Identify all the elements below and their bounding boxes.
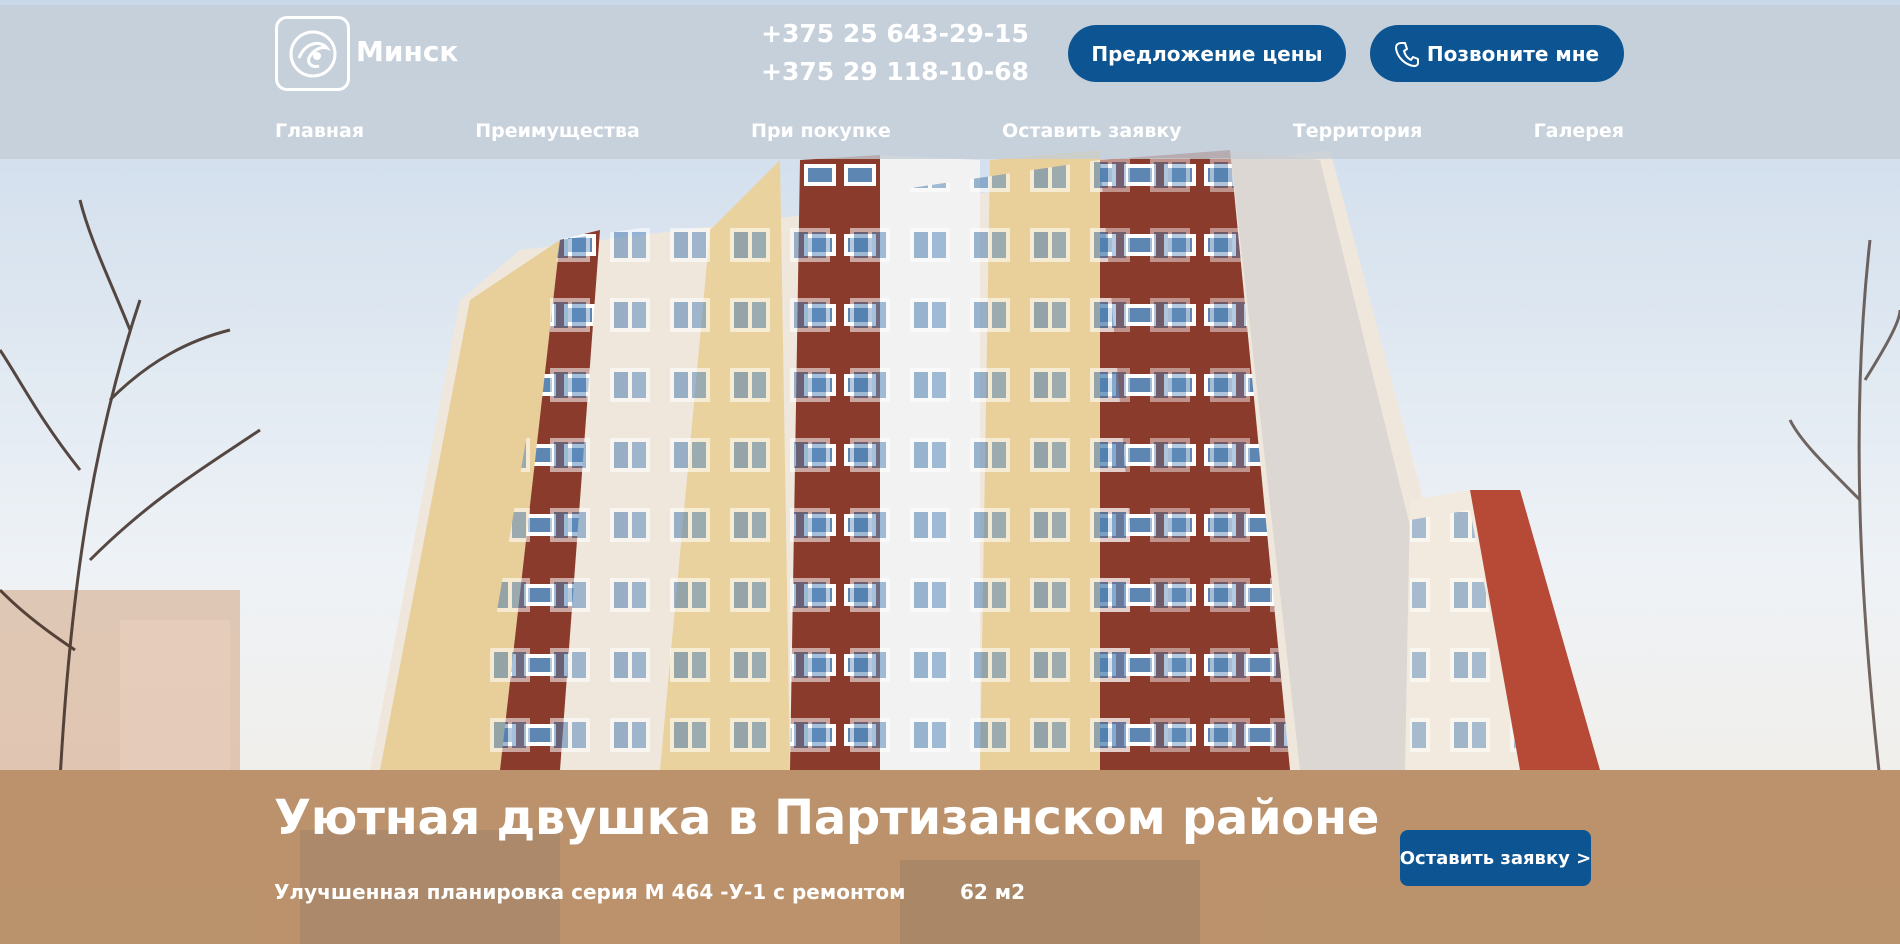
leave-request-label: Оставить заявку > — [1399, 847, 1592, 869]
landing-page: Минск +375 25 643-29-15 +375 29 118-10-6… — [0, 0, 1900, 944]
phone-number-1[interactable]: +375 25 643-29-15 — [760, 15, 1030, 53]
phone-icon — [1394, 41, 1419, 67]
hero-subtitle: Улучшенная планировка серия М 464 -У-1 с… — [274, 880, 906, 904]
price-offer-button[interactable]: Предложение цены — [1068, 25, 1346, 82]
call-me-button[interactable]: Позвоните мне — [1370, 25, 1624, 82]
phone-numbers: +375 25 643-29-15 +375 29 118-10-68 — [760, 15, 1030, 91]
header-bar: Минск +375 25 643-29-15 +375 29 118-10-6… — [0, 5, 1900, 159]
nav-item-gallery[interactable]: Галерея — [1534, 120, 1624, 142]
nav-item-purchase[interactable]: При покупке — [751, 120, 891, 142]
leave-request-button[interactable]: Оставить заявку > — [1400, 830, 1591, 886]
hero-title: Уютная двушка в Партизанском районе — [274, 790, 1380, 846]
nav-item-territory[interactable]: Территория — [1293, 120, 1423, 142]
hero-area: 62 м2 — [960, 880, 1026, 904]
globe-logo-icon[interactable] — [275, 16, 350, 91]
nav-item-request[interactable]: Оставить заявку — [1002, 120, 1182, 142]
logo-city-name: Минск — [356, 35, 459, 68]
nav-item-advantages[interactable]: Преимущества — [475, 120, 640, 142]
nav-item-home[interactable]: Главная — [275, 120, 364, 142]
call-me-label: Позвоните мне — [1426, 41, 1600, 66]
price-offer-label: Предложение цены — [1091, 41, 1323, 66]
main-nav: Главная Преимущества При покупке Оставит… — [275, 117, 1624, 145]
phone-number-2[interactable]: +375 29 118-10-68 — [760, 53, 1030, 91]
